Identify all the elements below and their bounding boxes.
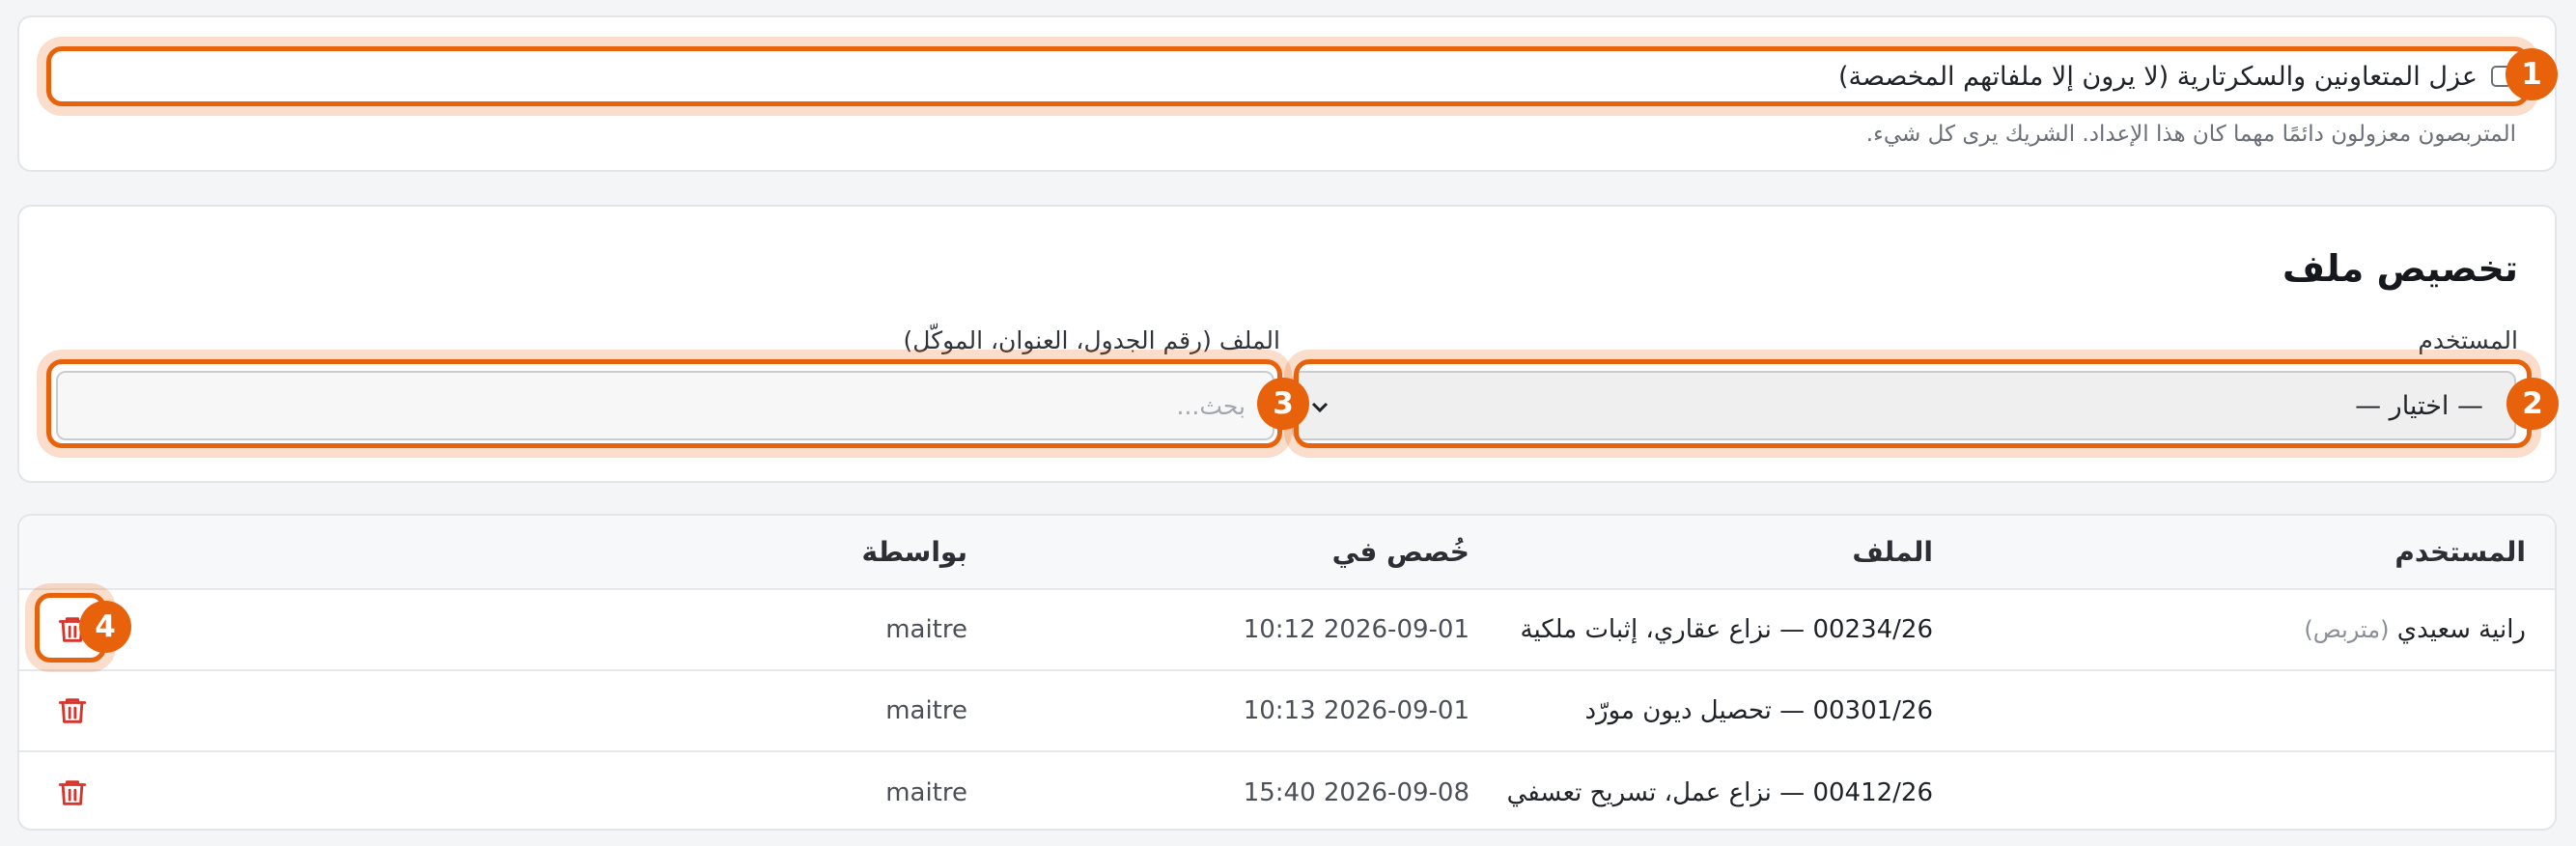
- row-actions: [19, 751, 465, 829]
- header-assigned-at: خُصص في: [1331, 536, 1470, 568]
- row-by: maitre: [885, 615, 967, 644]
- row-by: maitre: [885, 777, 967, 807]
- header-by: بواسطة: [861, 536, 967, 568]
- chevron-down-icon: [1311, 392, 1329, 419]
- annotation-badge-2: 2: [2506, 378, 2559, 430]
- assignments-table-card: المستخدم الملف خُصص في بواسطة رانية سعيد…: [17, 514, 2557, 831]
- user-select[interactable]: — اختيار —: [1292, 371, 2516, 440]
- row-assigned-at: 2026-09-08 15:40: [1243, 777, 1470, 807]
- header-user: المستخدم: [2394, 536, 2526, 568]
- isolation-help-text: المتربصون معزولون دائمًا مهما كان هذا ال…: [1865, 122, 2516, 147]
- table-row: رانية سعيدي (متربص) 00234/26 — نزاع عقار…: [19, 589, 2555, 670]
- annotation-badge-1: 1: [2506, 48, 2558, 100]
- isolation-label: عزل المتعاونين والسكرتارية (لا يرون إلا …: [1837, 61, 2478, 92]
- assign-title: تخصيص ملف: [2282, 247, 2518, 290]
- trash-icon[interactable]: [56, 693, 89, 728]
- row-user-name: رانية سعيدي: [2396, 615, 2526, 644]
- table-row: 00301/26 — تحصيل ديون مورّد 2026-09-01 1…: [19, 670, 2555, 751]
- header-file: الملف: [1852, 536, 1933, 568]
- file-search-input[interactable]: [56, 371, 1274, 440]
- isolation-card: عزل المتعاونين والسكرتارية (لا يرون إلا …: [17, 15, 2557, 172]
- trash-icon[interactable]: [56, 776, 89, 810]
- table-row: 00412/26 — نزاع عمل، تسريح تعسفي 2026-09…: [19, 751, 2555, 829]
- row-user-cell: [1956, 670, 2555, 751]
- file-label: الملف (رقم الجدول، العنوان، الموكّل): [903, 326, 1280, 354]
- isolation-setting[interactable]: عزل المتعاونين والسكرتارية (لا يرون إلا …: [1838, 54, 2512, 99]
- user-select-value: — اختيار —: [2355, 390, 2483, 421]
- assignments-table: المستخدم الملف خُصص في بواسطة رانية سعيد…: [19, 516, 2555, 829]
- row-user-cell: [1956, 751, 2555, 829]
- row-file: 00301/26 — تحصيل ديون مورّد: [1584, 696, 1933, 725]
- header-actions: [19, 516, 465, 589]
- annotation-badge-3: 3: [1257, 378, 1309, 430]
- user-label: المستخدم: [2418, 326, 2518, 354]
- row-user-role: (متربص): [2304, 616, 2390, 643]
- row-assigned-at: 2026-09-01 10:13: [1243, 696, 1470, 725]
- row-actions: [19, 670, 465, 751]
- row-file: 00412/26 — نزاع عمل، تسريح تعسفي: [1506, 777, 1933, 807]
- row-assigned-at: 2026-09-01 10:12: [1243, 615, 1470, 644]
- table-header-row: المستخدم الملف خُصص في بواسطة: [19, 516, 2555, 589]
- row-file: 00234/26 — نزاع عقاري، إثبات ملكية: [1520, 615, 1933, 644]
- row-user-cell: رانية سعيدي (متربص): [1956, 589, 2555, 670]
- assign-file-card: تخصيص ملف المستخدم الملف (رقم الجدول، ال…: [17, 205, 2557, 483]
- annotation-badge-4: 4: [79, 601, 131, 653]
- row-by: maitre: [885, 696, 967, 725]
